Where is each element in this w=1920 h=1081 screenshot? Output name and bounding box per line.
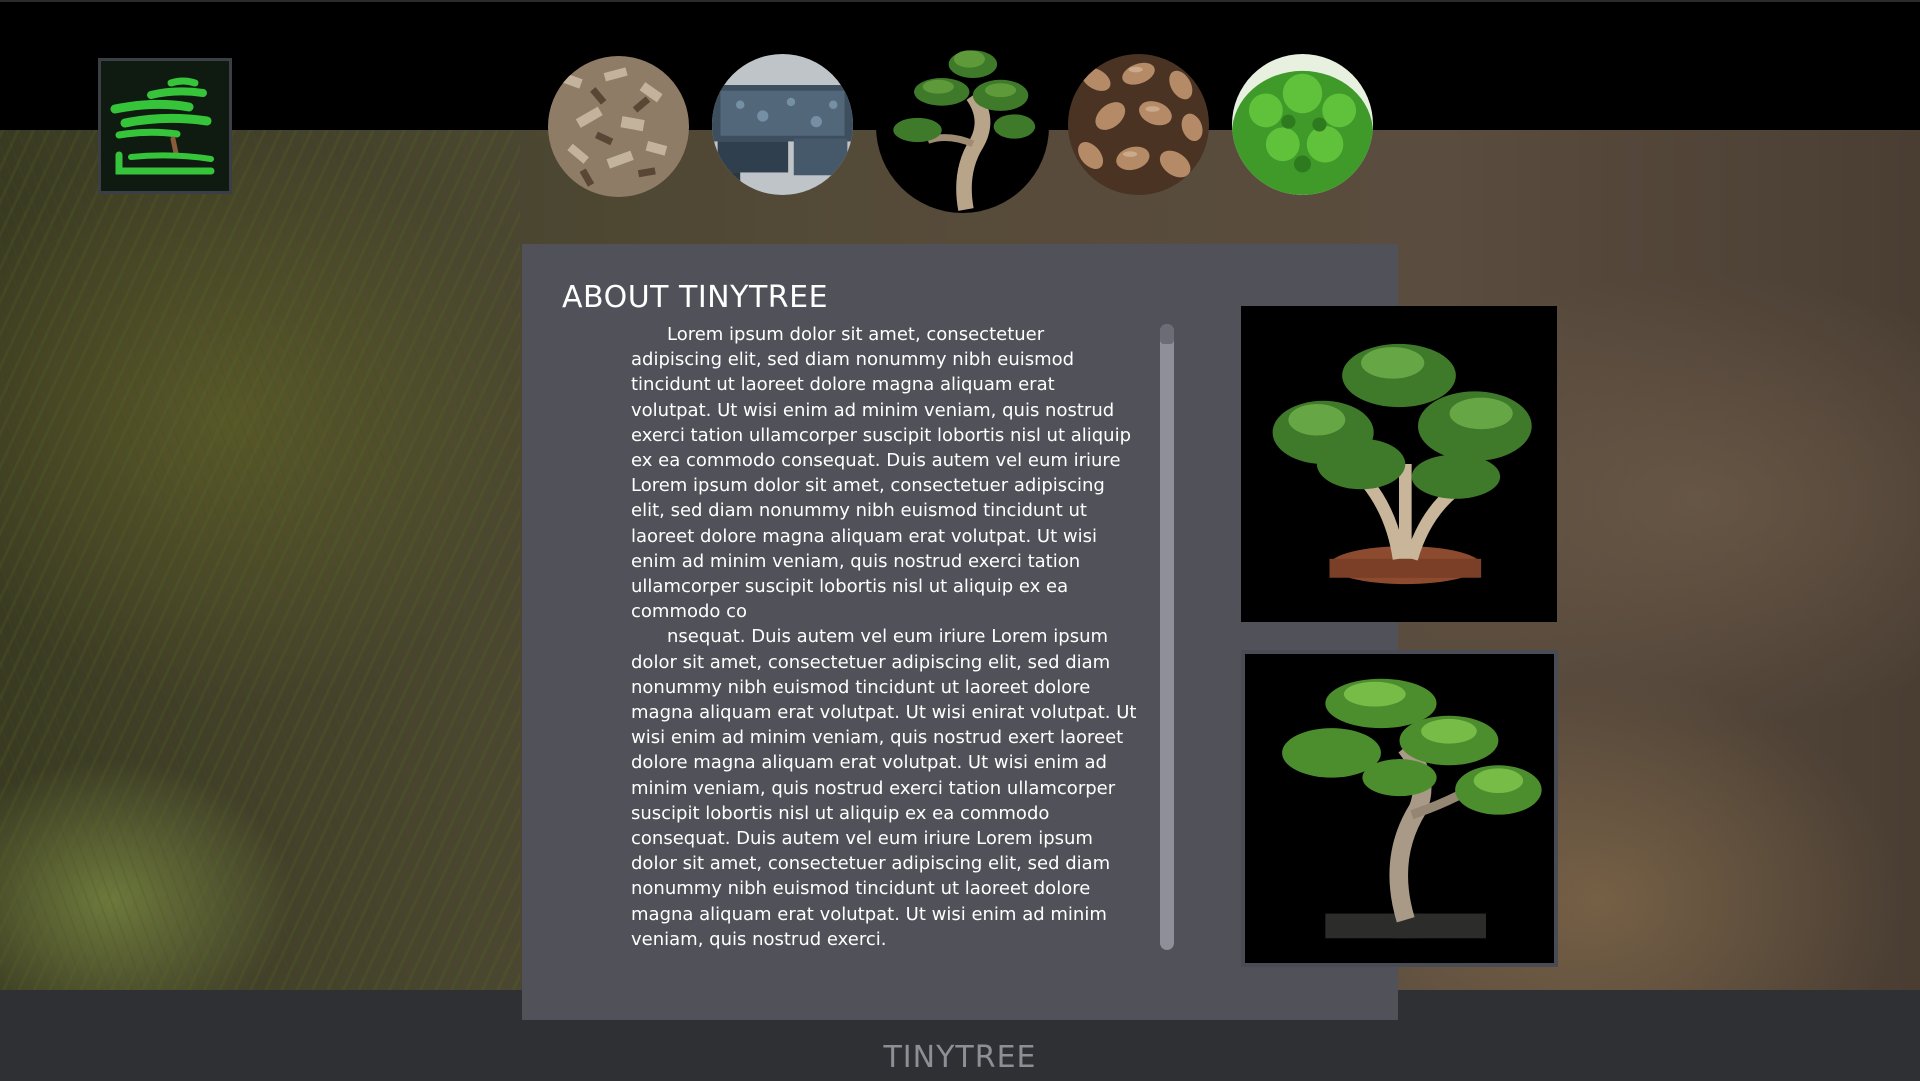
about-paragraph: Lorem ipsum dolor sit amet, consectetuer… bbox=[631, 324, 1132, 623]
nav-circle-bonsai-pots[interactable] bbox=[712, 54, 853, 195]
tree-logo-icon bbox=[101, 61, 229, 191]
footer-title: TINYTREE bbox=[883, 1040, 1037, 1075]
tinytree-logo[interactable] bbox=[98, 58, 232, 194]
bonsai-photo-1 bbox=[1241, 306, 1557, 622]
nav-circle-wood-chips[interactable] bbox=[548, 56, 689, 197]
nav-circle-seeds[interactable] bbox=[1068, 54, 1209, 195]
nav-circle-bonsai-tree[interactable] bbox=[876, 40, 1049, 213]
about-paragraph: nsequat. Duis autem vel eum iriure Lorem… bbox=[631, 626, 1137, 950]
green-shrub-icon bbox=[1232, 54, 1373, 195]
bonsai-photo-2 bbox=[1241, 650, 1558, 967]
about-title: ABOUT TINYTREE bbox=[562, 280, 829, 315]
nav-circle-green-shrub[interactable] bbox=[1232, 54, 1373, 195]
bonsai-photo-1-image bbox=[1241, 306, 1557, 622]
wood-chips-icon bbox=[548, 56, 689, 197]
scrollbar-thumb[interactable] bbox=[1160, 324, 1174, 344]
bonsai-pot-icon bbox=[712, 54, 853, 195]
bonsai-photo-2-image bbox=[1245, 654, 1554, 963]
about-text: Lorem ipsum dolor sit amet, consectetuer… bbox=[631, 322, 1139, 952]
scrollbar-track[interactable] bbox=[1160, 324, 1174, 950]
bonsai-tree-icon bbox=[876, 40, 1049, 213]
seeds-icon bbox=[1068, 54, 1209, 195]
